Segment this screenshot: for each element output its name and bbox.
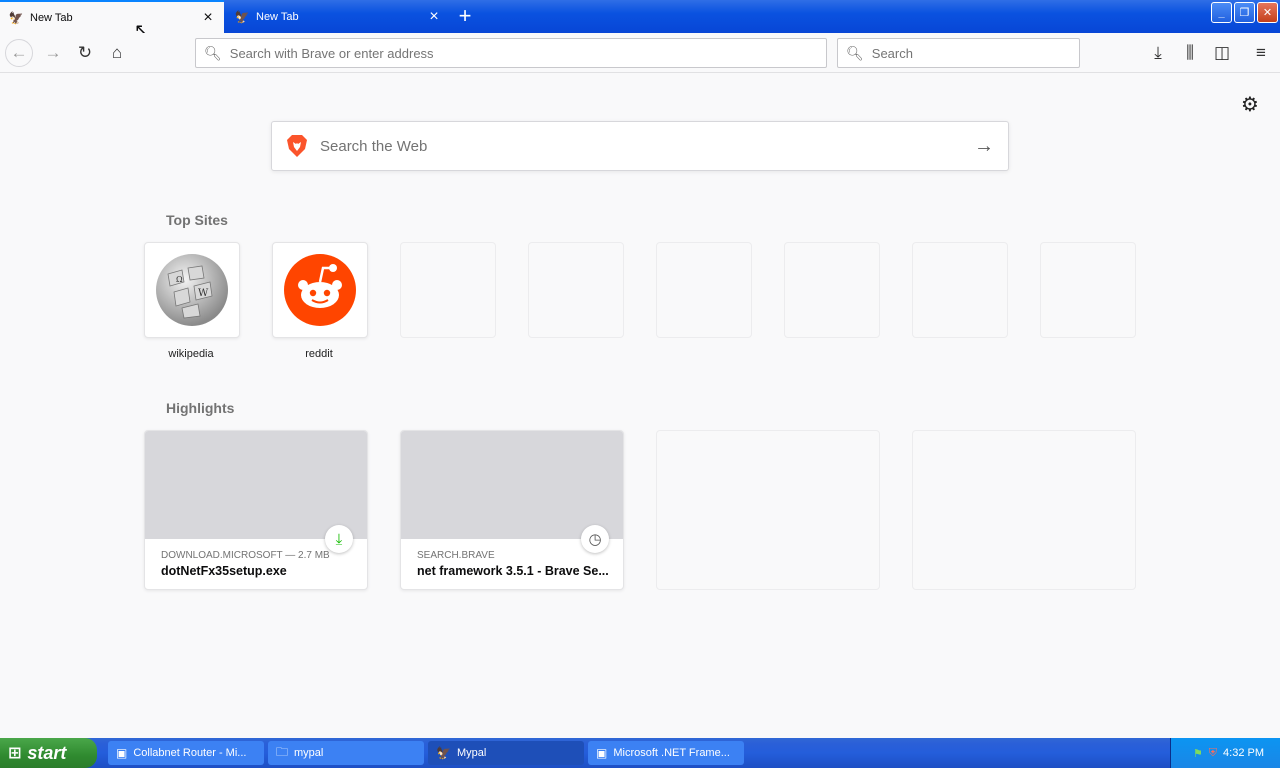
highlight-title: dotNetFx35setup.exe (161, 564, 287, 578)
task-label: mypal (294, 747, 324, 759)
mypal-icon: 🦅 (8, 10, 24, 25)
back-button[interactable]: ← (5, 39, 33, 67)
highlight-empty (912, 430, 1136, 590)
search-input[interactable] (871, 45, 1079, 61)
web-search-box[interactable]: Search the Web → (271, 121, 1009, 171)
search-bar[interactable]: 🔍︎ (837, 38, 1080, 68)
taskbar-item-dotnet[interactable]: ▣ Microsoft .NET Frame... (588, 741, 744, 765)
sidebar-button[interactable]: ◫ (1208, 39, 1236, 67)
gear-icon[interactable]: ⚙ (1239, 93, 1261, 116)
address-bar[interactable]: 🔍︎ (195, 38, 827, 68)
mypal-icon: 🦅 (234, 9, 250, 24)
navigation-toolbar: ← → ↻ ⌂ 🔍︎ 🔍︎ ⤓ ⫼ ◫ ≡ (0, 33, 1280, 73)
highlight-thumbnail (145, 431, 367, 539)
tab-title: New Tab (256, 10, 299, 23)
start-button[interactable]: ⊞ start (0, 738, 97, 768)
close-icon[interactable]: × (200, 9, 216, 26)
top-site-empty (656, 242, 752, 338)
top-site-label: reddit (305, 348, 333, 360)
browser-window-icon: ▣ (116, 746, 128, 760)
reload-button[interactable]: ↻ (71, 39, 99, 67)
task-label: Mypal (456, 747, 487, 759)
taskbar: ⊞ start ▣ Collabnet Router - Mi... 🗀 myp… (0, 738, 1280, 768)
web-search-placeholder: Search the Web (320, 137, 428, 155)
taskbar-item-mypal-browser[interactable]: 🦅 Mypal (428, 741, 584, 765)
tab-new-tab-2[interactable]: 🦅 New Tab × (226, 0, 450, 33)
window-controls: _ ❐ ✕ (1211, 2, 1278, 23)
minimize-button[interactable]: _ (1211, 2, 1232, 23)
tab-strip: 🦅 New Tab × 🦅 New Tab × + _ ❐ ✕ (0, 0, 1280, 33)
highlight-empty (656, 430, 880, 590)
task-label: Collabnet Router - Mi... (133, 747, 247, 759)
svg-text:W: W (198, 288, 209, 299)
arrow-right-icon[interactable]: → (974, 135, 994, 158)
clock-display: 4:32 PM (1223, 747, 1264, 759)
taskbar-item-collabnet[interactable]: ▣ Collabnet Router - Mi... (108, 741, 264, 765)
download-icon: ⤓ (325, 525, 353, 553)
wikipedia-globe-icon: W Ω (156, 254, 228, 326)
menu-button[interactable]: ≡ (1247, 39, 1275, 67)
top-site-label: wikipedia (168, 348, 214, 360)
top-sites-heading: Top Sites (166, 212, 228, 228)
highlight-thumbnail (401, 431, 623, 539)
highlight-card[interactable]: ◷ SEARCH.BRAVE net framework 3.5.1 - Bra… (400, 430, 624, 590)
brave-lion-icon (287, 135, 307, 157)
search-icon: 🔍︎ (846, 44, 864, 61)
top-site-empty (528, 242, 624, 338)
highlight-source: SEARCH.BRAVE (417, 550, 495, 561)
security-shield-icon[interactable]: ⛨ (1209, 747, 1217, 760)
downloads-button[interactable]: ⤓ (1144, 39, 1172, 67)
highlight-source: DOWNLOAD.MICROSOFT — 2.7 MB (161, 550, 330, 561)
start-label: start (27, 742, 67, 763)
reddit-logo-icon (284, 254, 356, 326)
windows-flag-icon: ⊞ (8, 745, 22, 762)
installer-window-icon: ▣ (596, 746, 608, 760)
system-tray: ⚑ ⛨ 4:32 PM (1170, 738, 1280, 768)
top-site-empty (400, 242, 496, 338)
folder-icon: 🗀 (276, 744, 289, 759)
network-icon[interactable]: ⚑ (1193, 747, 1203, 760)
top-site-empty (912, 242, 1008, 338)
forward-button[interactable]: → (39, 39, 67, 67)
library-button[interactable]: ⫼ (1176, 39, 1204, 67)
highlights-heading: Highlights (166, 400, 235, 416)
top-site-empty (784, 242, 880, 338)
svg-text:Ω: Ω (176, 275, 183, 284)
highlight-title: net framework 3.5.1 - Brave Se... (417, 564, 609, 578)
close-window-button[interactable]: ✕ (1257, 2, 1278, 23)
top-site-reddit[interactable] (272, 242, 368, 338)
taskbar-item-mypal-folder[interactable]: 🗀 mypal (268, 741, 424, 765)
new-tab-button[interactable]: + (452, 3, 478, 28)
restore-button[interactable]: ❐ (1234, 2, 1255, 23)
mypal-icon: 🦅 (436, 746, 451, 760)
search-icon: 🔍︎ (204, 44, 222, 61)
tab-new-tab-1[interactable]: 🦅 New Tab × (0, 0, 224, 33)
top-site-empty (1040, 242, 1136, 338)
tab-title: New Tab (30, 11, 73, 24)
top-site-wikipedia[interactable]: W Ω (144, 242, 240, 338)
task-label: Microsoft .NET Frame... (613, 747, 730, 759)
clock-icon: ◷ (581, 525, 609, 553)
url-input[interactable] (229, 45, 826, 61)
home-button[interactable]: ⌂ (103, 39, 131, 67)
close-icon[interactable]: × (426, 8, 442, 25)
highlight-card[interactable]: ⤓ DOWNLOAD.MICROSOFT — 2.7 MB dotNetFx35… (144, 430, 368, 590)
